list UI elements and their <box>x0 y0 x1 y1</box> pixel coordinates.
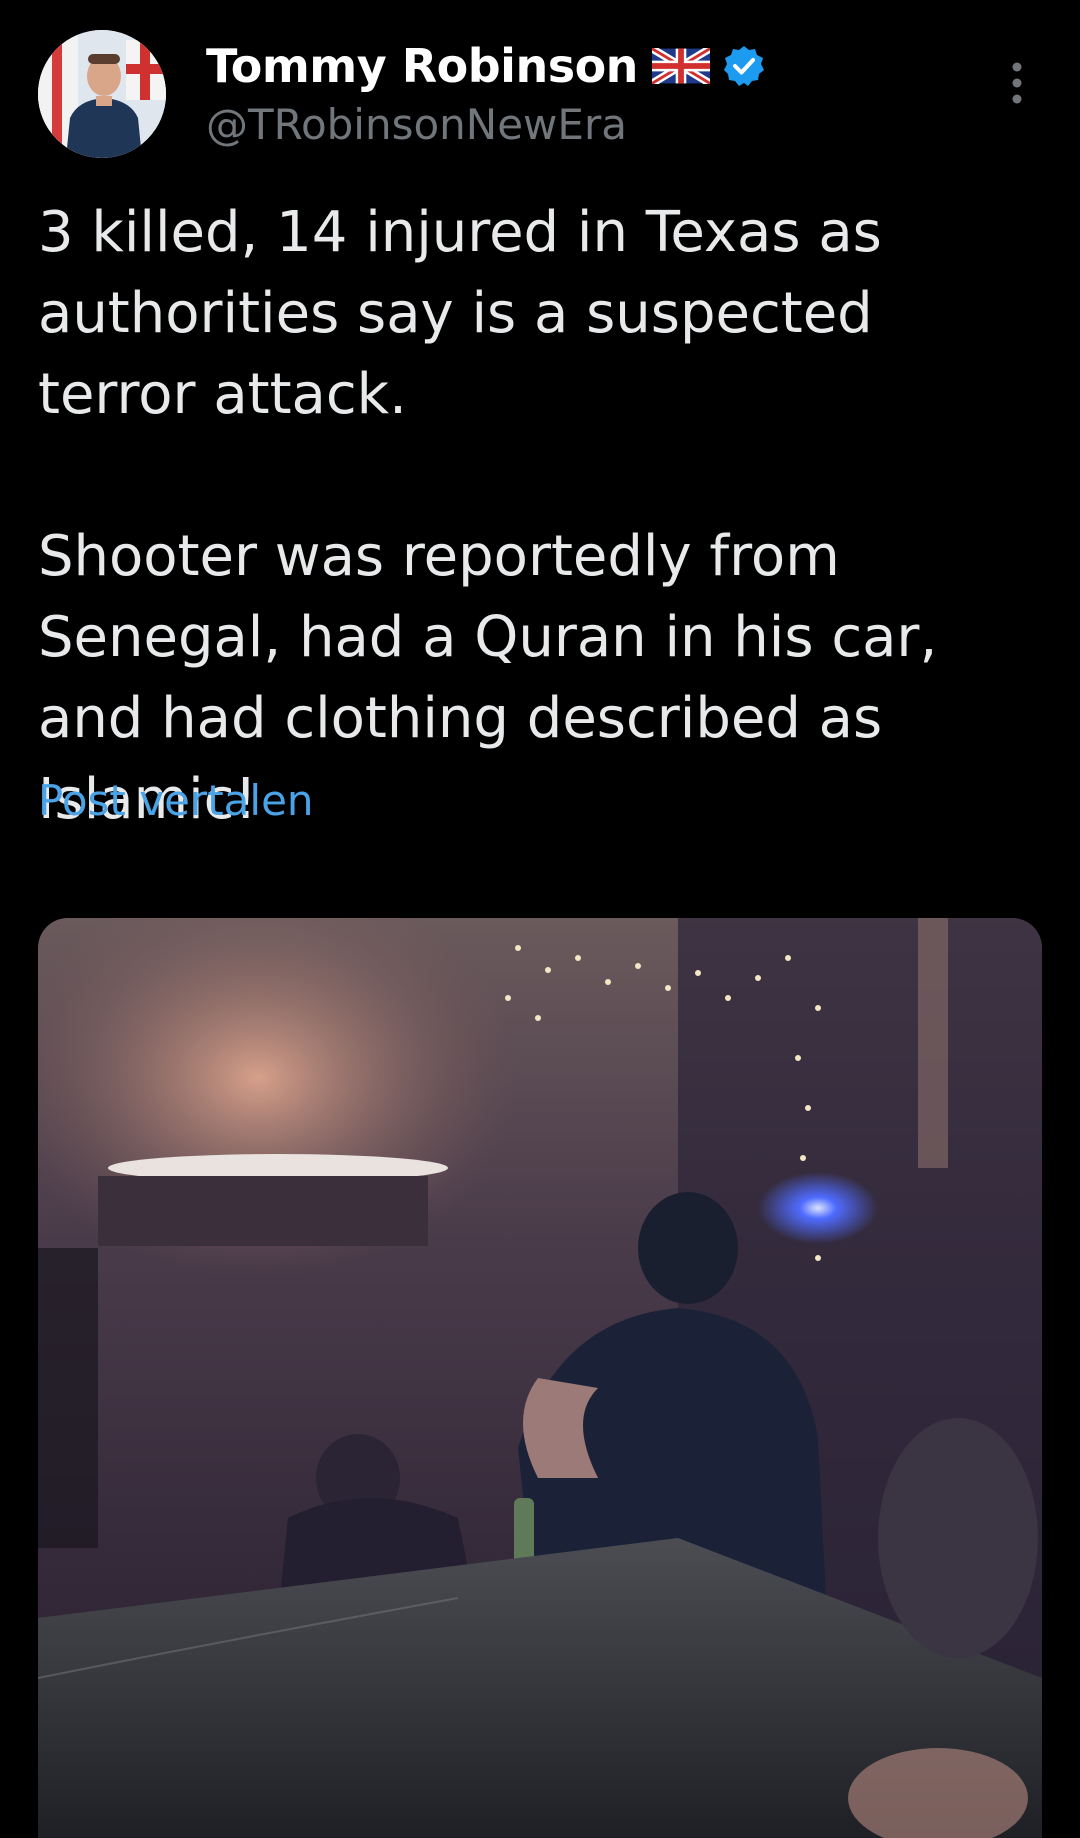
post-text-paragraph-1: 3 killed, 14 injured in Texas as authori… <box>38 200 900 427</box>
author-name-row: Tommy Robinson <box>206 36 766 96</box>
author-handle[interactable]: @TRobinsonNewEra <box>206 100 627 149</box>
post-media-video[interactable] <box>38 918 1042 1838</box>
translate-post-link[interactable]: Post vertalen <box>38 776 314 825</box>
post-header: Tommy Robinson @TRobinsonNewEra <box>0 0 1080 180</box>
author-avatar[interactable] <box>38 30 166 158</box>
more-vertical-icon[interactable] <box>995 58 1039 108</box>
author-display-name[interactable]: Tommy Robinson <box>206 39 638 93</box>
post-text: 3 killed, 14 injured in Texas as authori… <box>38 192 1048 840</box>
uk-flag-icon <box>649 45 712 87</box>
verified-badge-icon[interactable] <box>722 44 766 88</box>
